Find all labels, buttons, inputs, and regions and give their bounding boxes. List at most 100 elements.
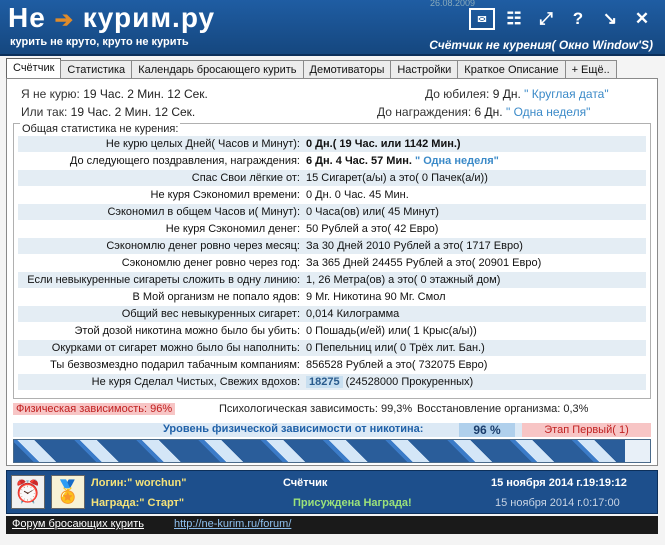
- stat-label: Сэкономил в общем Часов и( Минут):: [107, 206, 300, 218]
- dependency-line: Физическая зависимость: 96% Психологичес…: [13, 401, 651, 417]
- app-slogan: курить не круто, круто не курить: [10, 36, 189, 48]
- stat-row: Не куря Сэкономил времени: 0 Дн. 0 Час. …: [18, 187, 646, 203]
- tab-statistics[interactable]: Статистика: [60, 60, 133, 79]
- medal-icon[interactable]: 🏅: [51, 475, 85, 509]
- nicotine-line: Уровень физической зависимости от никоти…: [13, 423, 651, 437]
- stat-value: 18275 (24528000 Прокуренных): [304, 374, 473, 390]
- counter-panel: Я не курю: 19 Час. 2 Мин. 12 Сек. Или та…: [6, 78, 658, 466]
- or-row: Или так: 19 Час. 2 Мин. 12 Сек.: [21, 105, 195, 119]
- nicotine-stage: Этап Первый( 1): [522, 423, 651, 437]
- stat-label: До следующего поздравления, награждения:: [69, 155, 300, 167]
- jubilee-row: До юбилея: 9 Дн. " Круглая дата": [425, 87, 609, 101]
- award-text: Награда:" Старт": [91, 497, 185, 509]
- stat-value-main: 18275: [306, 376, 343, 388]
- date-stamp: 26.08.2009: [430, 0, 476, 8]
- jubilee-name: " Круглая дата": [524, 87, 609, 101]
- stat-value: 0 Пошадь(и/ей) или( 1 Крыс(а/ы)): [306, 325, 477, 337]
- stats-group: Общая статистика не курения: Не курю цел…: [13, 123, 651, 399]
- stat-label: Не куря Сэкономил денег:: [165, 223, 300, 235]
- close-icon[interactable]: ✕: [629, 8, 655, 30]
- tab-description[interactable]: Краткое Описание: [457, 60, 566, 79]
- stat-value-extra: (24528000 Прокуренных): [345, 376, 474, 388]
- tab-settings[interactable]: Настройки: [390, 60, 459, 79]
- login-text: Логин:" worchun": [91, 477, 187, 489]
- stat-label: Не куря Сэкономил времени:: [150, 189, 300, 201]
- nicotine-progress-bar: [13, 439, 651, 463]
- stat-label: Окурками от сигарет можно было бы наполн…: [51, 342, 300, 354]
- award-row: До награждения: 6 Дн. " Одна неделя": [377, 105, 590, 119]
- tab-counter[interactable]: Счётчик: [6, 58, 62, 79]
- window-title: Счётчик не курения( Окно Window'S): [429, 38, 653, 52]
- or-label: Или так:: [21, 105, 68, 119]
- stat-row: В Мой организм не попало ядов: 9 Мг. Ник…: [18, 289, 646, 305]
- physical-dependency: Физическая зависимость: 96%: [13, 403, 176, 415]
- stat-value: 0 Дн. 0 Час. 45 Мин.: [306, 189, 409, 201]
- award-name: " Одна неделя": [505, 105, 591, 119]
- minimize-icon[interactable]: ↘: [597, 8, 623, 30]
- help-icon[interactable]: ?: [565, 8, 591, 30]
- stat-label: Сэкономлю денег ровно через месяц:: [106, 240, 300, 252]
- logo-arrow-icon: ➔: [54, 7, 75, 32]
- fullscreen-icon[interactable]: ⤢: [533, 8, 559, 30]
- current-datetime: 15 ноября 2014 г.19:19:12: [491, 477, 627, 489]
- stat-row: Сэкономлю денег ровно через год: За 365 …: [18, 255, 646, 271]
- stat-value: 856528 Рублей а это( 732075 Евро): [306, 359, 488, 371]
- tile-icon[interactable]: ☷: [501, 8, 527, 30]
- forum-url-link[interactable]: http://ne-kurim.ru/forum/: [174, 518, 291, 530]
- app-logo: Не ➔ курим.ру: [8, 2, 215, 34]
- stat-value-main: 6 Дн. 4 Час. 57 Мин.: [306, 155, 412, 167]
- forum-link[interactable]: Форум бросающих курить: [12, 518, 144, 530]
- stats-title: Общая статистика не курения:: [20, 123, 181, 135]
- nicotine-label: Уровень физической зависимости от никоти…: [163, 423, 424, 435]
- envelope-icon[interactable]: ✉: [469, 8, 495, 30]
- stat-value-extra: " Одна неделя": [415, 155, 499, 167]
- no-smoke-value: 19 Час. 2 Мин. 12 Сек.: [83, 87, 208, 101]
- stat-value: 0 Пепельниц или( 0 Трёх лит. Бан.): [306, 342, 485, 354]
- awarded-status: Присуждена Награда!: [293, 497, 412, 509]
- stat-row: Если невыкуренные сигареты сложить в одн…: [18, 272, 646, 288]
- recovery-status: Восстановление организма: 0,3%: [417, 403, 589, 415]
- title-buttons: ✉ ☷ ⤢ ? ↘ ✕: [469, 8, 655, 30]
- jubilee-value: 9 Дн.: [492, 87, 521, 101]
- stat-value: 1, 26 Метра(ов) а это( 0 этажный дом): [306, 274, 501, 286]
- stat-label: Ты безвозмездно подарил табачным компани…: [50, 359, 300, 371]
- stat-row: Сэкономил в общем Часов и( Минут): 0 Час…: [18, 204, 646, 220]
- stat-value: За 365 Дней 24455 Рублей а это( 20901 Ев…: [306, 257, 542, 269]
- stat-value: 0,014 Килограмма: [306, 308, 400, 320]
- stat-row: Не куря Сделал Чистых, Свежих вдохов: 18…: [18, 374, 646, 390]
- nicotine-progress-fill: [14, 440, 625, 462]
- stat-label: Этой дозой никотина можно было бы убить:: [74, 325, 301, 337]
- stat-row: Окурками от сигарет можно было бы наполн…: [18, 340, 646, 356]
- stat-value: 9 Мг. Никотина 90 Мг. Смол: [306, 291, 446, 303]
- stat-label: Не курю целых Дней( Часов и Минут):: [105, 138, 300, 150]
- no-smoke-row: Я не курю: 19 Час. 2 Мин. 12 Сек.: [21, 87, 208, 101]
- award-value: 6 Дн.: [474, 105, 503, 119]
- tab-bar: Счётчик Статистика Календарь бросающего …: [6, 58, 617, 79]
- stat-row: До следующего поздравления, награждения:…: [18, 153, 646, 169]
- tab-calendar[interactable]: Календарь бросающего курить: [131, 60, 304, 79]
- psychological-dependency: Психологическая зависимость: 99,3%: [219, 403, 413, 415]
- award-label: До награждения:: [377, 105, 472, 119]
- tab-more[interactable]: + Ещё..: [564, 60, 617, 79]
- logo-text-left: Не: [8, 2, 46, 33]
- stat-label: Сэкономлю денег ровно через год:: [121, 257, 300, 269]
- alarm-clock-icon[interactable]: ⏰: [11, 475, 45, 509]
- nicotine-percent: 96 %: [459, 423, 515, 437]
- stat-row: Этой дозой никотина можно было бы убить:…: [18, 323, 646, 339]
- stat-label: Если невыкуренные сигареты сложить в одн…: [27, 274, 300, 286]
- stat-row: Не курю целых Дней( Часов и Минут): 0 Дн…: [18, 136, 646, 152]
- tab-demotivators[interactable]: Демотиваторы: [302, 60, 392, 79]
- or-value: 19 Час. 2 Мин. 12 Сек.: [70, 105, 196, 119]
- stat-label: В Мой организм не попало ядов:: [132, 291, 300, 303]
- stat-row: Не куря Сэкономил денег: 50 Рублей а это…: [18, 221, 646, 237]
- logo-text-right: курим.ру: [82, 2, 216, 33]
- stat-label: Спас Свои лёгкие от:: [191, 172, 300, 184]
- status-footer: ⏰ 🏅 Логин:" worchun" Награда:" Старт" Сч…: [6, 470, 658, 514]
- app-header: 26.08.2009 Не ➔ курим.ру курить не круто…: [0, 0, 665, 56]
- stat-value: За 30 Дней 2010 Рублей а это( 1717 Евро): [306, 240, 523, 252]
- start-datetime: 15 ноября 2014 г.0:17:00: [495, 497, 620, 509]
- stat-row: Спас Свои лёгкие от: 15 Сигарет(а/ы) а э…: [18, 170, 646, 186]
- stat-row: Ты безвозмездно подарил табачным компани…: [18, 357, 646, 373]
- no-smoke-label: Я не курю:: [21, 87, 80, 101]
- stat-label: Общий вес невыкуренных сигарет:: [121, 308, 300, 320]
